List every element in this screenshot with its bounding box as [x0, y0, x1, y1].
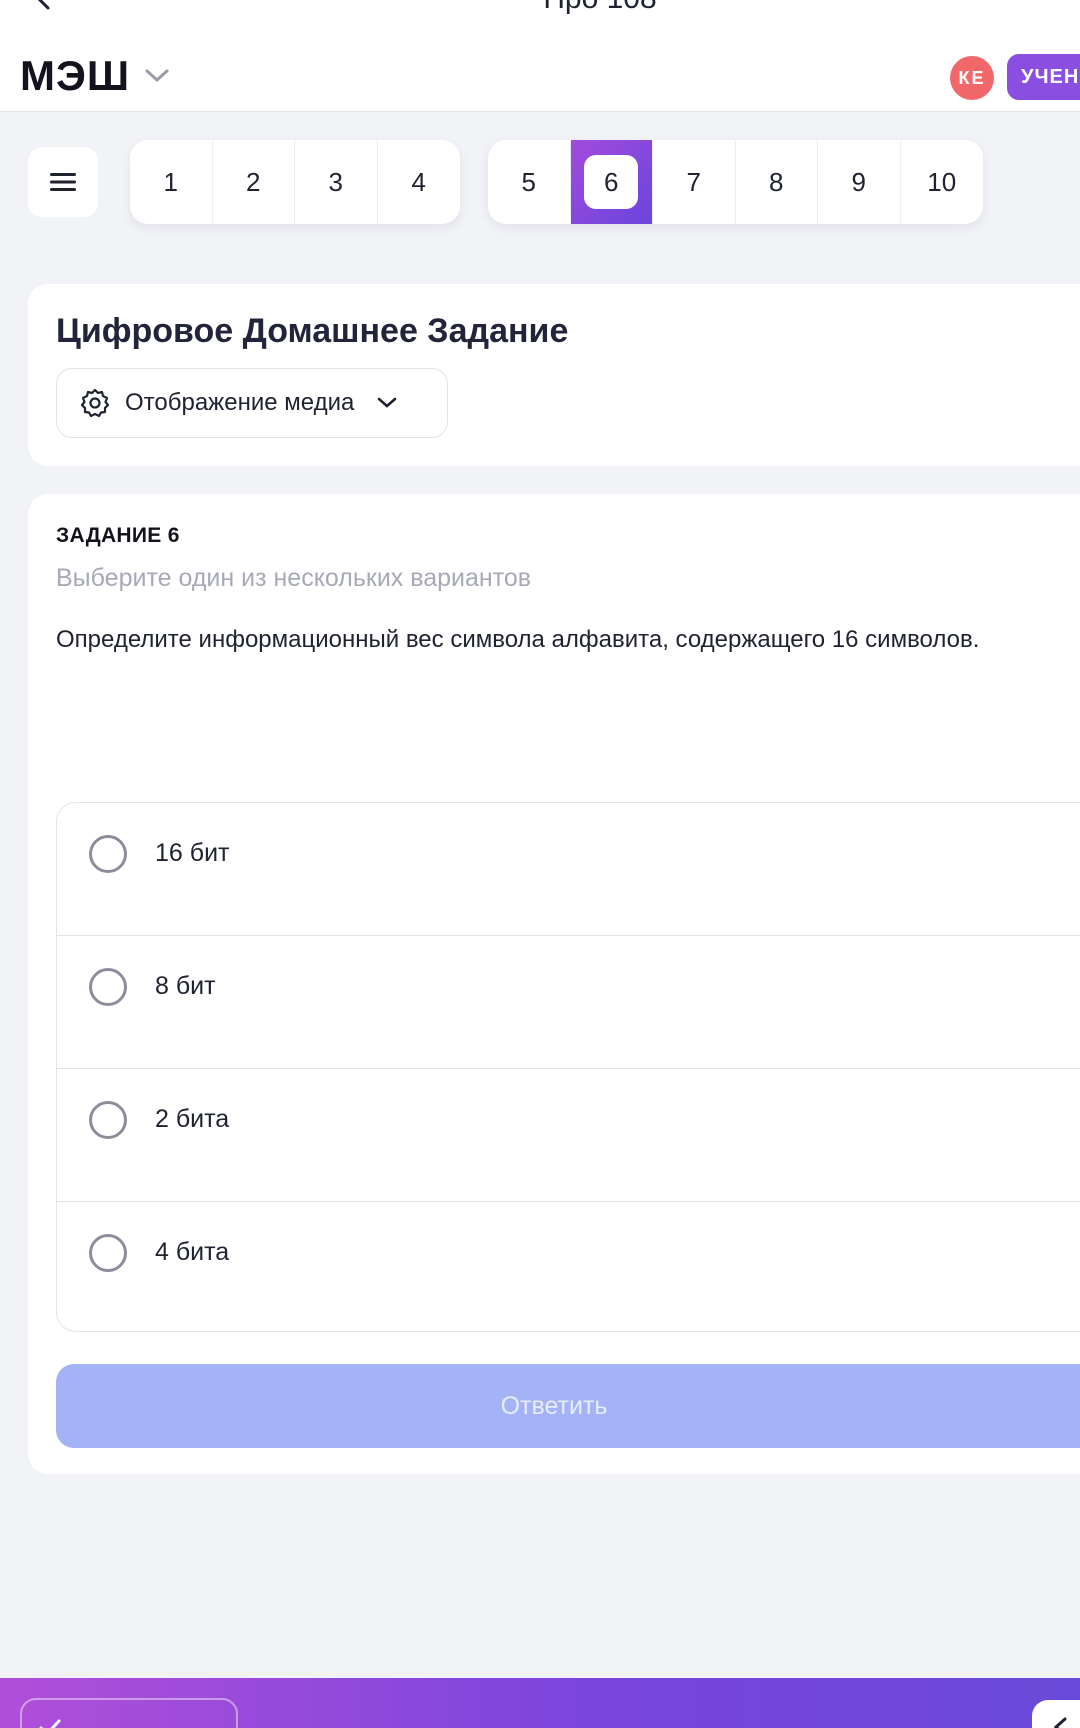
task-number-label: ЗАДАНИЕ 6 [56, 524, 180, 547]
answer-option-label: 2 бита [155, 1105, 230, 1133]
check-icon [39, 1719, 61, 1728]
task-nav-item[interactable]: 8 [736, 140, 818, 224]
document-card: Цифровое Домашнее Задание Отображение ме… [28, 284, 1080, 466]
answer-option-label: 4 бита [155, 1238, 230, 1266]
gear-icon [80, 388, 110, 418]
chevron-down-icon [378, 397, 397, 408]
answer-option[interactable]: 4 бита [57, 1202, 1080, 1331]
task-nav-item[interactable]: 4 [378, 140, 461, 224]
answer-options: 16 бит 8 бит 2 бита 4 бита [56, 802, 1080, 1332]
task-nav-item[interactable]: 10 [901, 140, 984, 224]
app-header: МЭШ КЕ УЧЕН [0, 40, 1080, 112]
media-display-dropdown[interactable]: Отображение медиа [56, 368, 448, 438]
task-nav-item[interactable]: 9 [818, 140, 901, 224]
answer-option-label: 16 бит [155, 839, 230, 867]
task-nav-group-1: 1 2 3 4 [130, 140, 460, 224]
document-title: Цифровое Домашнее Задание [56, 312, 569, 350]
role-badge[interactable]: УЧЕН [1007, 54, 1080, 100]
task-instruction: Выберите один из нескольких вариантов [56, 564, 532, 592]
page-heading: Про 108 [0, 0, 1080, 16]
bottom-action-bar [0, 1678, 1080, 1728]
top-strip: Про 108 [0, 0, 1080, 40]
radio-button[interactable] [89, 968, 127, 1006]
task-nav-item[interactable]: 2 [213, 140, 295, 224]
submit-answer-label: Ответить [500, 1391, 608, 1420]
chevron-left-icon [1053, 1717, 1067, 1728]
task-question: Определите информационный вес символа ал… [56, 626, 980, 653]
app-logo[interactable]: МЭШ [20, 52, 130, 100]
answer-option-label: 8 бит [155, 972, 216, 1000]
radio-button[interactable] [89, 835, 127, 873]
menu-button[interactable] [28, 147, 98, 217]
radio-button[interactable] [89, 1234, 127, 1272]
user-avatar[interactable]: КЕ [950, 56, 994, 100]
task-nav-item-active[interactable]: 6 [570, 140, 653, 224]
chevron-down-icon[interactable] [144, 68, 170, 84]
task-nav-item[interactable]: 5 [488, 140, 571, 224]
active-page-number: 6 [584, 155, 639, 209]
hamburger-menu-icon [50, 173, 76, 191]
bottom-right-button[interactable] [1032, 1700, 1080, 1728]
answer-option[interactable]: 8 бит [57, 936, 1080, 1069]
task-nav-item[interactable]: 1 [130, 140, 213, 224]
answer-option[interactable]: 16 бит [57, 803, 1080, 936]
task-nav-group-2: 5 6 7 8 9 10 [488, 140, 983, 224]
bottom-left-button[interactable] [20, 1698, 238, 1728]
media-display-label: Отображение медиа [125, 389, 355, 416]
radio-button[interactable] [89, 1101, 127, 1139]
page: Про 108 МЭШ КЕ УЧЕН 1 2 3 4 5 6 7 8 9 10… [0, 0, 1080, 1728]
task-nav-item[interactable]: 7 [653, 140, 736, 224]
answer-option[interactable]: 2 бита [57, 1069, 1080, 1202]
submit-answer-button[interactable]: Ответить [56, 1364, 1080, 1448]
task-nav-item[interactable]: 3 [295, 140, 378, 224]
task-card: ЗАДАНИЕ 6 Выберите один из нескольких ва… [28, 494, 1080, 1474]
